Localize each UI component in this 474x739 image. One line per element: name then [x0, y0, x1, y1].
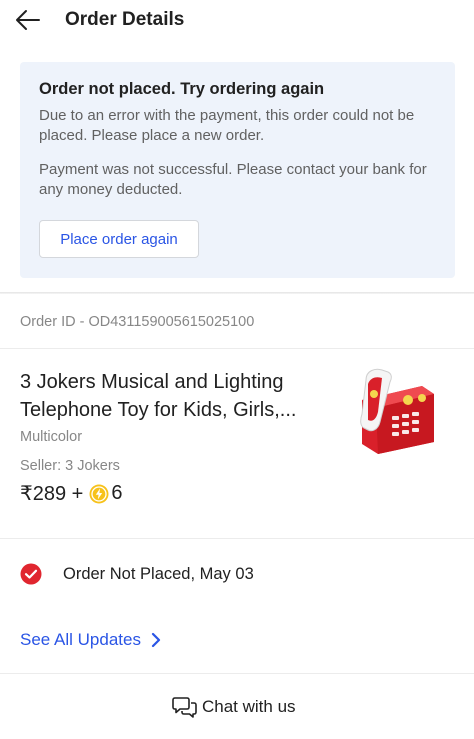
see-all-updates-label: See All Updates: [20, 630, 141, 649]
see-all-updates-link[interactable]: See All Updates: [20, 630, 162, 650]
chat-with-us-button[interactable]: Chat with us: [172, 695, 296, 719]
page-title: Order Details: [65, 9, 185, 30]
error-title: Order not placed. Try ordering again: [39, 80, 325, 98]
supercoin-count: 6: [111, 482, 123, 504]
payment-note: Payment was not successful. Please conta…: [39, 161, 427, 198]
supercoin-icon: [89, 484, 109, 503]
chat-label: Chat with us: [202, 697, 296, 716]
product-seller: Seller: 3 Jokers: [20, 458, 120, 474]
product-image[interactable]: [356, 364, 438, 456]
order-status: Order Not Placed, May 03: [20, 563, 254, 585]
chat-bubbles-icon: [172, 697, 197, 718]
chevron-right-icon: [151, 632, 161, 648]
price-row: ₹289 + 6: [20, 481, 122, 506]
divider: [0, 348, 474, 349]
back-button[interactable]: [14, 7, 42, 33]
product-color: Multicolor: [20, 429, 83, 445]
section-divider: [0, 292, 474, 294]
product-name[interactable]: 3 Jokers Musical and Lighting Telephone …: [20, 368, 340, 424]
arrow-left-icon: [16, 10, 40, 30]
divider: [0, 538, 474, 539]
order-id: Order ID - OD431159005615025100: [20, 314, 255, 330]
status-text: Order Not Placed, May 03: [63, 564, 254, 583]
order-error-panel: Order not placed. Try ordering again Due…: [20, 62, 455, 278]
check-circle-icon: [20, 563, 42, 585]
error-message: Due to an error with the payment, this o…: [39, 107, 415, 144]
product-price: ₹289 +: [20, 483, 84, 505]
place-order-again-button[interactable]: Place order again: [39, 220, 199, 258]
divider: [0, 673, 474, 674]
header: Order Details: [0, 0, 474, 42]
